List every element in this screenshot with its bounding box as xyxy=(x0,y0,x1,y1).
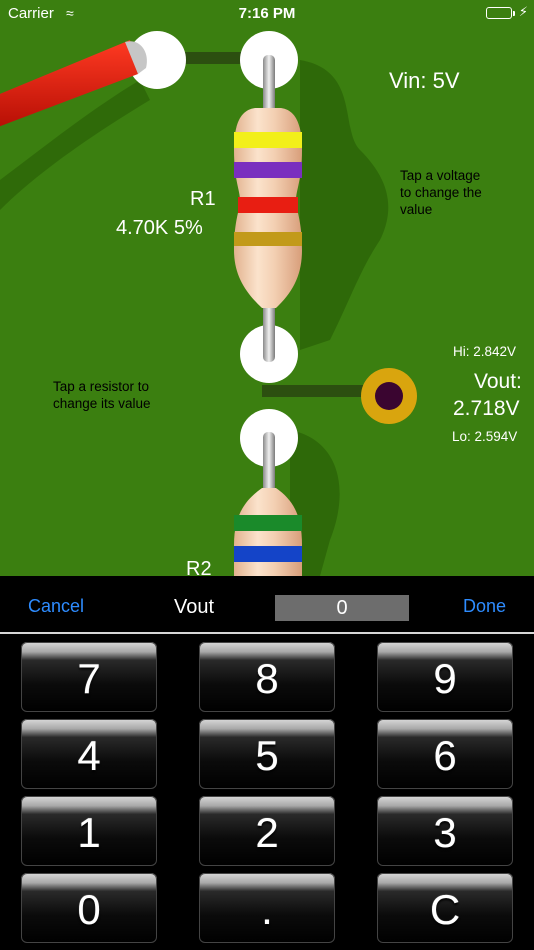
key-clear[interactable]: C xyxy=(377,873,513,943)
r1-band-3 xyxy=(238,197,298,213)
key-8[interactable]: 8 xyxy=(199,642,335,712)
done-button[interactable]: Done xyxy=(463,596,506,617)
resistor-hint-line: change its value xyxy=(53,396,151,411)
vout-value[interactable]: 2.718V xyxy=(453,397,520,421)
key-6[interactable]: 6 xyxy=(377,719,513,789)
key-1[interactable]: 1 xyxy=(21,796,157,866)
status-bar: Carrier ≈ 7:16 PM ⚡ xyxy=(0,0,534,28)
r2-band-1 xyxy=(234,515,302,531)
vin-hint-line: to change the xyxy=(400,185,482,200)
r1-lead xyxy=(263,300,275,362)
resistor-hint-line: Tap a resistor to xyxy=(53,379,150,394)
numeric-keypad: 7 8 9 4 5 6 1 2 3 0 . C xyxy=(0,634,534,950)
battery-icon xyxy=(486,7,512,19)
clock: 7:16 PM xyxy=(238,5,296,22)
r2-band-2 xyxy=(234,546,302,562)
key-5[interactable]: 5 xyxy=(199,719,335,789)
cancel-button[interactable]: Cancel xyxy=(28,596,84,617)
vin-hint: Tap a voltage to change the value xyxy=(400,167,482,218)
battery-tip xyxy=(513,11,515,16)
shadow xyxy=(300,60,389,350)
key-4[interactable]: 4 xyxy=(21,719,157,789)
charging-icon: ⚡ xyxy=(518,4,528,19)
vout-label[interactable]: Vout: xyxy=(474,370,522,394)
vin-label[interactable]: Vin: 5V xyxy=(389,68,460,94)
r1-band-4 xyxy=(234,232,302,246)
r1-band-1 xyxy=(234,132,302,148)
r1-band-2 xyxy=(234,162,302,178)
input-toolbar: Cancel Vout 0 Done xyxy=(0,576,534,634)
key-0[interactable]: 0 xyxy=(21,873,157,943)
resistor-hint: Tap a resistor to change its value xyxy=(53,378,151,412)
key-3[interactable]: 3 xyxy=(377,796,513,866)
value-display[interactable]: 0 xyxy=(275,595,409,621)
vout-hi: Hi: 2.842V xyxy=(453,344,517,359)
key-7[interactable]: 7 xyxy=(21,642,157,712)
field-label: Vout xyxy=(174,596,215,618)
key-2[interactable]: 2 xyxy=(199,796,335,866)
r1-name[interactable]: R1 xyxy=(190,188,216,211)
key-decimal[interactable]: . xyxy=(199,873,335,943)
r1-value[interactable]: 4.70K 5% xyxy=(116,217,203,240)
r1-lead xyxy=(263,55,275,115)
vin-hint-line: value xyxy=(400,202,433,217)
key-9[interactable]: 9 xyxy=(377,642,513,712)
vin-hint-line: Tap a voltage xyxy=(400,168,481,183)
r2-name[interactable]: R2 xyxy=(186,558,212,576)
vout-lo: Lo: 2.594V xyxy=(452,429,518,444)
